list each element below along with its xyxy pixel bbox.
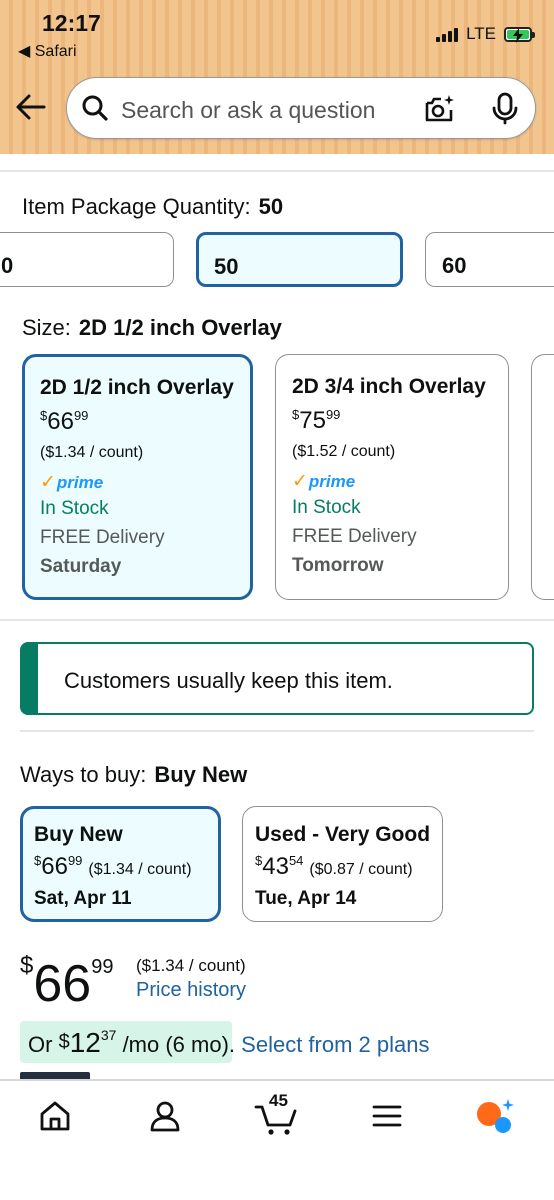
status-indicators: LTE xyxy=(436,24,535,44)
cart-count-badge: 45 xyxy=(269,1091,288,1110)
size-label-row: Size: 2D 1/2 inch Overlay xyxy=(22,315,282,341)
safari-back-link[interactable]: ◀ Safari xyxy=(18,41,77,61)
quantity-option-label: 0 xyxy=(1,253,14,278)
main-unit-price: ($1.34 / count) xyxy=(136,956,246,975)
buy-option-selected[interactable]: Buy New $6699($1.34 / count) Sat, Apr 11 xyxy=(20,806,221,922)
section-divider xyxy=(0,170,554,172)
price-history-link[interactable]: Price history xyxy=(136,979,246,1002)
keep-item-banner: Customers usually keep this item. xyxy=(20,642,534,715)
home-icon[interactable] xyxy=(38,1099,72,1138)
delivery-day: Saturday xyxy=(40,556,122,577)
microphone-icon[interactable] xyxy=(491,92,519,131)
buy-option-date: Sat, Apr 11 xyxy=(34,888,132,909)
buy-option[interactable]: Used - Very Good $4354($0.87 / count) Tu… xyxy=(242,806,443,922)
size-label: Size: xyxy=(22,315,71,340)
battery-icon xyxy=(504,26,535,43)
quantity-selected-value: 50 xyxy=(258,194,284,219)
menu-icon[interactable] xyxy=(372,1103,402,1134)
delivery-label: FREE Delivery xyxy=(40,527,165,548)
header: 12:17 ◀ Safari LTE Search or ask a quest… xyxy=(0,0,554,154)
delivery-day: Tomorrow xyxy=(292,555,384,576)
size-card-selected[interactable]: 2D 1/2 inch Overlay $6699 ($1.34 / count… xyxy=(22,354,253,600)
size-card[interactable]: 2D 3/4 inch Overlay $7599 ($1.52 / count… xyxy=(275,354,509,600)
quantity-option-label: 60 xyxy=(442,253,467,278)
ways-to-buy-selected-value: Buy New xyxy=(154,762,248,787)
buy-option-title: Buy New xyxy=(34,823,123,846)
stock-status: In Stock xyxy=(40,498,109,519)
buy-option-title: Used - Very Good xyxy=(255,823,431,846)
size-card-title: 2D 1/2 inch Overlay xyxy=(40,376,234,399)
bottom-nav: 45 xyxy=(0,1079,554,1200)
safari-back-label: Safari xyxy=(34,43,77,60)
quantity-label-row: Item Package Quantity: 50 xyxy=(22,194,283,220)
size-card-unit-price: ($1.52 / count) xyxy=(292,443,396,460)
prime-badge: ✓ prime xyxy=(40,472,104,493)
quantity-option-label: 50 xyxy=(214,254,239,279)
prime-check-icon: ✓ xyxy=(292,471,308,492)
prime-check-icon: ✓ xyxy=(40,472,56,493)
monthly-plan: Or $1237 /mo (6 mo). Select from 2 plans xyxy=(28,1027,430,1058)
stock-status: In Stock xyxy=(292,497,361,518)
delivery-label: FREE Delivery xyxy=(292,526,417,547)
rufus-assistant-icon[interactable] xyxy=(476,1097,516,1140)
cart-icon[interactable]: 45 xyxy=(254,1091,302,1135)
camera-search-icon[interactable] xyxy=(423,93,455,130)
select-plans-link[interactable]: Select from 2 plans xyxy=(241,1032,429,1057)
buy-option-price: $4354($0.87 / count) xyxy=(255,853,413,880)
quantity-option[interactable]: 60 xyxy=(425,232,554,287)
keep-item-text: Customers usually keep this item. xyxy=(64,668,393,693)
ways-to-buy-label-row: Ways to buy: Buy New xyxy=(20,762,247,788)
back-arrow-icon[interactable] xyxy=(14,90,50,126)
ways-to-buy-label: Ways to buy: xyxy=(20,762,147,787)
section-divider xyxy=(0,619,554,621)
search-icon xyxy=(81,94,109,127)
size-card-price: $7599 xyxy=(292,407,341,434)
buy-option-date: Tue, Apr 14 xyxy=(255,888,357,909)
status-time: 12:17 xyxy=(42,10,101,36)
prime-badge: ✓ prime xyxy=(292,471,356,492)
size-card-partial[interactable] xyxy=(531,354,554,600)
search-bar[interactable]: Search or ask a question xyxy=(66,77,536,139)
account-icon[interactable] xyxy=(148,1099,182,1138)
quantity-option-selected[interactable]: 50 xyxy=(196,232,403,287)
section-divider xyxy=(20,730,534,732)
size-card-title: 2D 3/4 inch Overlay xyxy=(292,375,486,398)
quantity-option[interactable]: 0 xyxy=(0,232,174,287)
size-card-unit-price: ($1.34 / count) xyxy=(40,444,144,461)
buy-option-price: $6699($1.34 / count) xyxy=(34,853,192,880)
search-placeholder: Search or ask a question xyxy=(121,97,376,123)
size-selected-value: 2D 1/2 inch Overlay xyxy=(78,315,282,340)
quantity-label: Item Package Quantity: xyxy=(22,194,251,219)
signal-icon xyxy=(436,26,459,42)
main-price: $6699 xyxy=(20,952,114,1013)
network-label: LTE xyxy=(466,24,496,43)
size-card-price: $6699 xyxy=(40,408,89,435)
